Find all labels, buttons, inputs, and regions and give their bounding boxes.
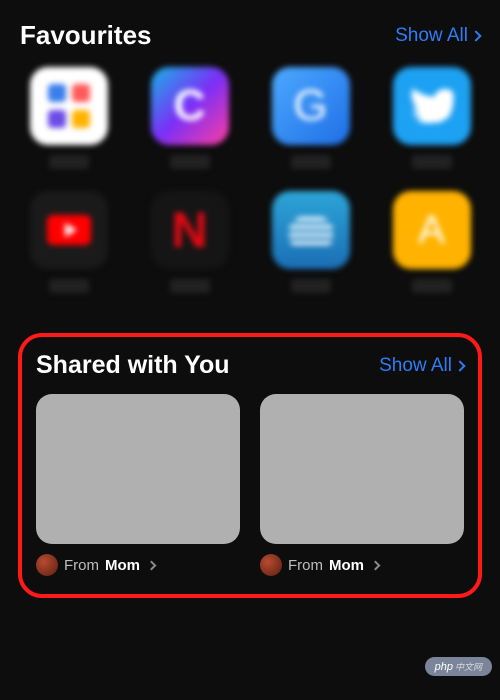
avatar-icon [260,554,282,576]
shared-header: Shared with You Show All [36,351,464,380]
favourite-label [49,155,89,169]
shared-from-row[interactable]: From Mom [36,554,240,576]
favourite-label [170,155,210,169]
favourite-item-amazon[interactable]: A [383,191,480,293]
favourites-show-all[interactable]: Show All [395,25,480,47]
avatar-icon [36,554,58,576]
favourite-label [412,279,452,293]
favourite-label [291,279,331,293]
favourite-label [412,155,452,169]
shared-show-all[interactable]: Show All [379,355,464,377]
favourite-item-netflix[interactable]: N [141,191,238,293]
favourites-section: Favourites Show All C G [20,20,480,293]
from-name: Mom [105,557,140,574]
google-icon: G [272,67,350,145]
twitter-icon [393,67,471,145]
watermark-badge: php中文网 [425,657,492,676]
favourite-label [49,279,89,293]
youtube-icon [30,191,108,269]
show-all-label: Show All [379,355,452,377]
favourites-title: Favourites [20,20,152,51]
from-name: Mom [329,557,364,574]
shared-with-you-section: Shared with You Show All From Mom [18,333,482,598]
watermark-sub: 中文网 [455,662,482,672]
favourites-header: Favourites Show All [20,20,480,51]
chevron-right-icon [454,360,465,371]
favourite-item-canva[interactable]: C [141,67,238,169]
watermark-text: php [435,661,453,673]
shared-card[interactable]: From Mom [36,394,240,576]
favourite-label [170,279,210,293]
shared-from-row[interactable]: From Mom [260,554,464,576]
shared-card[interactable]: From Mom [260,394,464,576]
apps-icon [30,67,108,145]
favourite-item-google[interactable]: G [262,67,359,169]
favourite-item-youtube[interactable] [20,191,117,293]
shared-thumbnail [36,394,240,544]
shared-thumbnail [260,394,464,544]
netflix-icon: N [151,191,229,269]
prime-icon [272,191,350,269]
from-prefix: From [64,557,99,574]
chevron-right-icon [147,560,157,570]
favourite-item-prime[interactable] [262,191,359,293]
favourite-label [291,155,331,169]
from-prefix: From [288,557,323,574]
shared-title: Shared with You [36,351,230,380]
favourites-grid: C G N A [20,67,480,293]
show-all-label: Show All [395,25,468,47]
favourite-item-twitter[interactable] [383,67,480,169]
chevron-right-icon [470,30,481,41]
favourite-item-apps[interactable] [20,67,117,169]
amazon-icon: A [393,191,471,269]
chevron-right-icon [371,560,381,570]
shared-cards: From Mom From Mom [36,394,464,576]
canva-icon: C [151,67,229,145]
